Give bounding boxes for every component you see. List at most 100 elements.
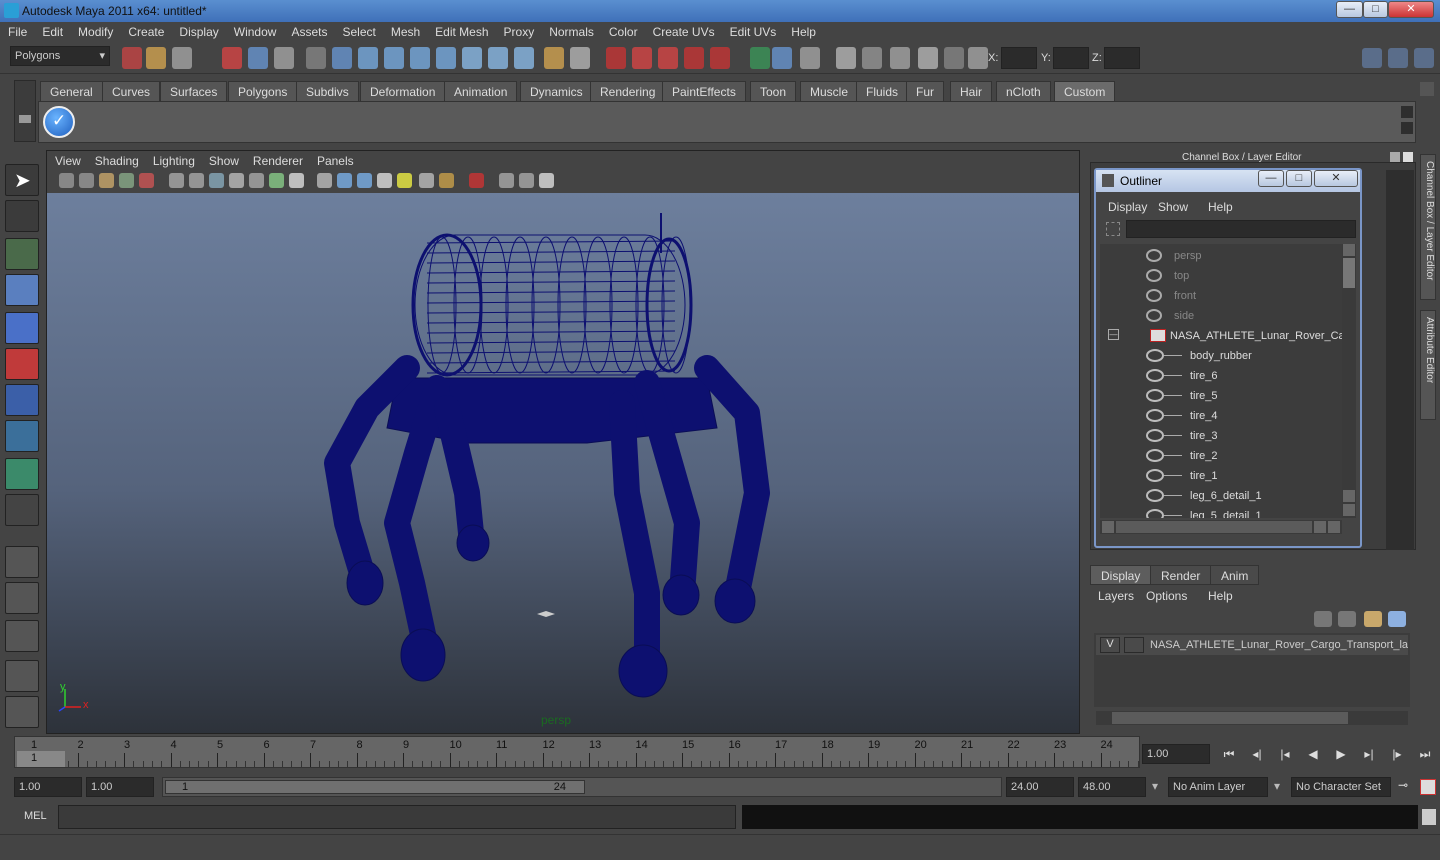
viewport-menu-shading[interactable]: Shading	[87, 151, 145, 168]
viewport-tool-16-icon[interactable]	[377, 173, 392, 188]
outliner-menu-help[interactable]: Help	[1208, 200, 1233, 214]
z-field[interactable]	[1104, 47, 1140, 69]
status-tool-21-icon[interactable]	[684, 47, 704, 69]
command-language-label[interactable]: MEL	[24, 810, 47, 822]
status-tool-20-icon[interactable]	[658, 47, 678, 69]
menu-display[interactable]: Display	[171, 22, 225, 39]
scroll-left-icon[interactable]	[1102, 521, 1114, 533]
shelf-options-strip[interactable]	[14, 80, 36, 142]
viewport-tool-13-icon[interactable]	[317, 173, 332, 188]
step-forward-key-icon[interactable]: ▸|	[1358, 744, 1380, 764]
viewport-tool-19-icon[interactable]	[439, 173, 454, 188]
layer-menu-options[interactable]: Options	[1146, 589, 1187, 603]
attribute-editor-toggle-icon[interactable]	[1414, 48, 1434, 68]
play-backwards-icon[interactable]: ◀	[1302, 744, 1324, 764]
layer-horizontal-scrollbar[interactable]	[1096, 711, 1408, 725]
layer-menu-help[interactable]: Help	[1208, 589, 1233, 603]
menu-create[interactable]: Create	[120, 22, 171, 39]
viewport-tool-6-icon[interactable]	[169, 173, 184, 188]
viewport-tool-8-icon[interactable]	[209, 173, 224, 188]
shelf-tab-surfaces[interactable]: Surfaces	[160, 81, 228, 101]
status-tool-4-icon[interactable]	[222, 47, 242, 69]
key-icon[interactable]: ⊸	[1398, 778, 1408, 792]
layer-tab-display[interactable]: Display	[1090, 565, 1152, 585]
menu-select[interactable]: Select	[334, 22, 382, 39]
outliner-close-button[interactable]: ✕	[1314, 170, 1358, 187]
status-tool-8-icon[interactable]	[332, 47, 352, 69]
outliner-item[interactable]: front	[1108, 286, 1342, 306]
viewport-tool-10-icon[interactable]	[249, 173, 264, 188]
preferences-icon[interactable]	[1420, 779, 1436, 795]
outliner-item[interactable]: — NASA_ATHLETE_Lunar_Rover_Car	[1108, 326, 1342, 346]
move-layer-up-icon[interactable]	[1314, 611, 1332, 627]
menu-assets[interactable]: Assets	[283, 22, 334, 39]
menu-window[interactable]: Window	[226, 22, 284, 39]
viewport-tool-3-icon[interactable]	[99, 173, 114, 188]
x-field[interactable]	[1001, 47, 1037, 69]
status-tool-1-icon[interactable]	[122, 47, 142, 69]
outliner-item[interactable]: tire_2	[1108, 446, 1342, 466]
shelf-tab-animation[interactable]: Animation	[444, 81, 518, 101]
menu-proxy[interactable]: Proxy	[496, 22, 542, 39]
command-input[interactable]	[58, 805, 736, 829]
close-button[interactable]: ✕	[1388, 1, 1434, 18]
rotate-tool-icon[interactable]	[5, 312, 39, 344]
shelf-tab-muscle[interactable]: Muscle	[800, 81, 859, 101]
outliner-item[interactable]: tire_1	[1108, 466, 1342, 486]
status-tool-26-icon[interactable]	[836, 47, 856, 69]
outliner-item[interactable]: tire_4	[1108, 406, 1342, 426]
viewport-tool-7-icon[interactable]	[189, 173, 204, 188]
status-tool-6-icon[interactable]	[274, 47, 294, 69]
outliner-maximize-button[interactable]: □	[1286, 170, 1312, 187]
menu-mesh[interactable]: Mesh	[383, 22, 427, 39]
hypershade-layout-icon[interactable]	[5, 696, 39, 728]
filter-icon[interactable]	[1106, 222, 1120, 236]
status-tool-9-icon[interactable]	[358, 47, 378, 69]
status-tool-27-icon[interactable]	[862, 47, 882, 69]
viewport-tool-14-icon[interactable]	[337, 173, 352, 188]
outliner-item[interactable]: leg_6_detail_1	[1108, 486, 1342, 506]
menu-edit-mesh[interactable]: Edit Mesh	[427, 22, 495, 39]
status-tool-5-icon[interactable]	[248, 47, 268, 69]
shelf-tab-ncloth[interactable]: nCloth	[996, 81, 1051, 101]
shelf-tab-curves[interactable]: Curves	[102, 81, 161, 101]
shelf-tab-dynamics[interactable]: Dynamics	[520, 81, 593, 101]
viewport-tool-2-icon[interactable]	[79, 173, 94, 188]
layer-visibility-toggle[interactable]: V	[1100, 637, 1120, 653]
shelf-tab-subdivs[interactable]: Subdivs	[296, 81, 359, 101]
viewport-tool-12-icon[interactable]	[289, 173, 304, 188]
outliner-item[interactable]: tire_3	[1108, 426, 1342, 446]
outliner-item[interactable]: top	[1108, 266, 1342, 286]
status-tool-11-icon[interactable]	[410, 47, 430, 69]
status-tool-19-icon[interactable]	[632, 47, 652, 69]
lasso-tool-icon[interactable]	[5, 200, 39, 232]
layer-tab-anim[interactable]: Anim	[1210, 565, 1260, 585]
status-tool-13-icon[interactable]	[462, 47, 482, 69]
menu-modify[interactable]: Modify	[70, 22, 120, 39]
step-back-key-icon[interactable]: |◂	[1274, 744, 1296, 764]
character-set-selector[interactable]: No Character Set	[1291, 777, 1391, 797]
scroll-down-icon[interactable]	[1343, 504, 1355, 516]
scroll-thumb[interactable]	[1343, 258, 1355, 288]
layer-menu-layers[interactable]: Layers	[1098, 589, 1134, 603]
menu-color[interactable]: Color	[601, 22, 645, 39]
time-slider[interactable]: 1 2 3 4 5 6 7 8 9 10 11 12 13 14 15 16 17 18 19 20 21 22 23 24 1	[14, 736, 1140, 768]
checkmark-shelf-icon[interactable]: ✓	[43, 106, 75, 138]
shelf-trash-icon[interactable]	[1420, 82, 1434, 96]
shelf-tab-deformation[interactable]: Deformation	[360, 81, 446, 101]
shelf-tab-hair[interactable]: Hair	[950, 81, 993, 101]
go-to-start-icon[interactable]: ⏮	[1218, 744, 1240, 764]
viewport-tool-23-icon[interactable]	[539, 173, 554, 188]
layer-row[interactable]: V NASA_ATHLETE_Lunar_Rover_Cargo_Transpo…	[1096, 635, 1408, 655]
y-field[interactable]	[1053, 47, 1089, 69]
outliner-menu-display[interactable]: Display	[1108, 200, 1147, 214]
shelf-tab-fluids[interactable]: Fluids	[856, 81, 909, 101]
viewport-scene[interactable]: persp y x	[47, 193, 1079, 733]
attribute-editor-side-tab[interactable]: Attribute Editor	[1420, 310, 1436, 420]
viewport-tool-15-icon[interactable]	[357, 173, 372, 188]
viewport-tool-18-icon[interactable]	[419, 173, 434, 188]
shelf-tab-toon[interactable]: Toon	[750, 81, 797, 101]
channel-box-side-tab[interactable]: Channel Box / Layer Editor	[1420, 154, 1436, 300]
viewport-tool-1-icon[interactable]	[59, 173, 74, 188]
viewport-tool-22-icon[interactable]	[519, 173, 534, 188]
